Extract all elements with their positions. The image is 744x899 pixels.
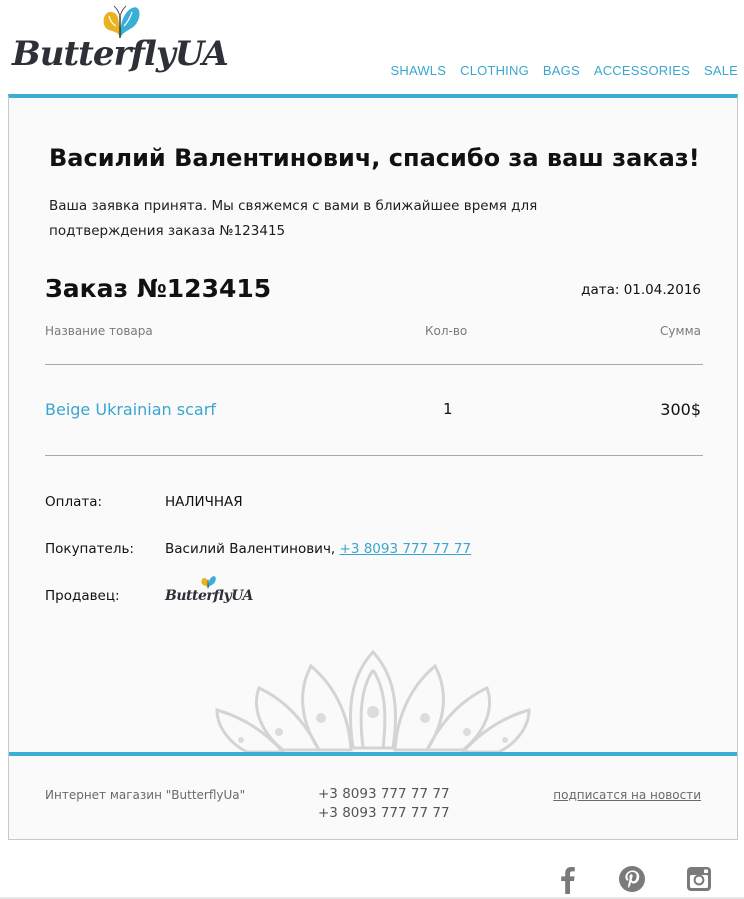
instagram-icon[interactable] <box>684 864 714 894</box>
subscribe-link[interactable]: подписатся на новости <box>553 788 701 802</box>
payment-label: Оплата: <box>45 494 103 510</box>
logo-wordmark: ButterflyUA <box>12 34 229 74</box>
buyer-name: Василий Валентинович, <box>165 541 336 557</box>
nav-item-sale[interactable]: SALE <box>704 63 738 78</box>
buyer-phone-link[interactable]: +3 8093 777 77 77 <box>340 541 472 557</box>
table-divider <box>45 455 703 456</box>
confirmation-message: Ваша заявка принята. Мы свяжемся с вами … <box>49 198 538 239</box>
product-link[interactable]: Beige Ukrainian scarf <box>45 400 216 419</box>
nav-item-accessories[interactable]: ACCESSORIES <box>594 63 690 78</box>
buyer-info: Василий Валентинович, +3 8093 777 77 77 <box>165 541 471 557</box>
order-number-heading: Заказ №123415 <box>45 274 272 303</box>
email-header: ButterflyUA SHAWLS CLOTHING BAGS ACCESSO… <box>0 0 744 96</box>
order-date-label: дата: <box>581 282 620 298</box>
order-date: дата: 01.04.2016 <box>581 282 701 298</box>
product-sum: 300$ <box>660 400 701 419</box>
column-header-sum: Сумма <box>660 324 701 338</box>
product-quantity: 1 <box>443 400 453 418</box>
order-confirmation-card: Василий Валентинович, спасибо за ваш зак… <box>8 94 738 840</box>
mandala-ornament <box>215 649 531 753</box>
footer-phone: +3 8093 777 77 77 <box>318 786 450 802</box>
order-date-value: 01.04.2016 <box>623 282 701 298</box>
column-header-qty: Кол-во <box>425 324 468 338</box>
buyer-label: Покупатель: <box>45 541 134 557</box>
nav-item-clothing[interactable]: CLOTHING <box>460 63 529 78</box>
table-divider <box>45 364 703 365</box>
thank-you-heading: Василий Валентинович, спасибо за ваш зак… <box>49 144 700 172</box>
seller-logo: ButterflyUA <box>165 572 253 612</box>
footer-shop-name: Интернет магазин "ButterflyUa" <box>45 788 246 802</box>
brand-logo[interactable]: ButterflyUA <box>12 2 229 90</box>
footer-phone: +3 8093 777 77 77 <box>318 805 450 821</box>
main-nav: SHAWLS CLOTHING BAGS ACCESSORIES SALE <box>390 63 738 78</box>
seller-logo-wordmark: ButterflyUA <box>165 588 253 604</box>
nav-item-shawls[interactable]: SHAWLS <box>390 63 446 78</box>
footer-divider <box>9 752 737 756</box>
facebook-icon[interactable] <box>553 864 583 894</box>
column-header-name: Название товара <box>45 324 153 338</box>
seller-label: Продавец: <box>45 588 120 604</box>
nav-item-bags[interactable]: BAGS <box>543 63 580 78</box>
payment-value: НАЛИЧНАЯ <box>165 494 243 510</box>
pinterest-icon[interactable] <box>617 864 647 894</box>
